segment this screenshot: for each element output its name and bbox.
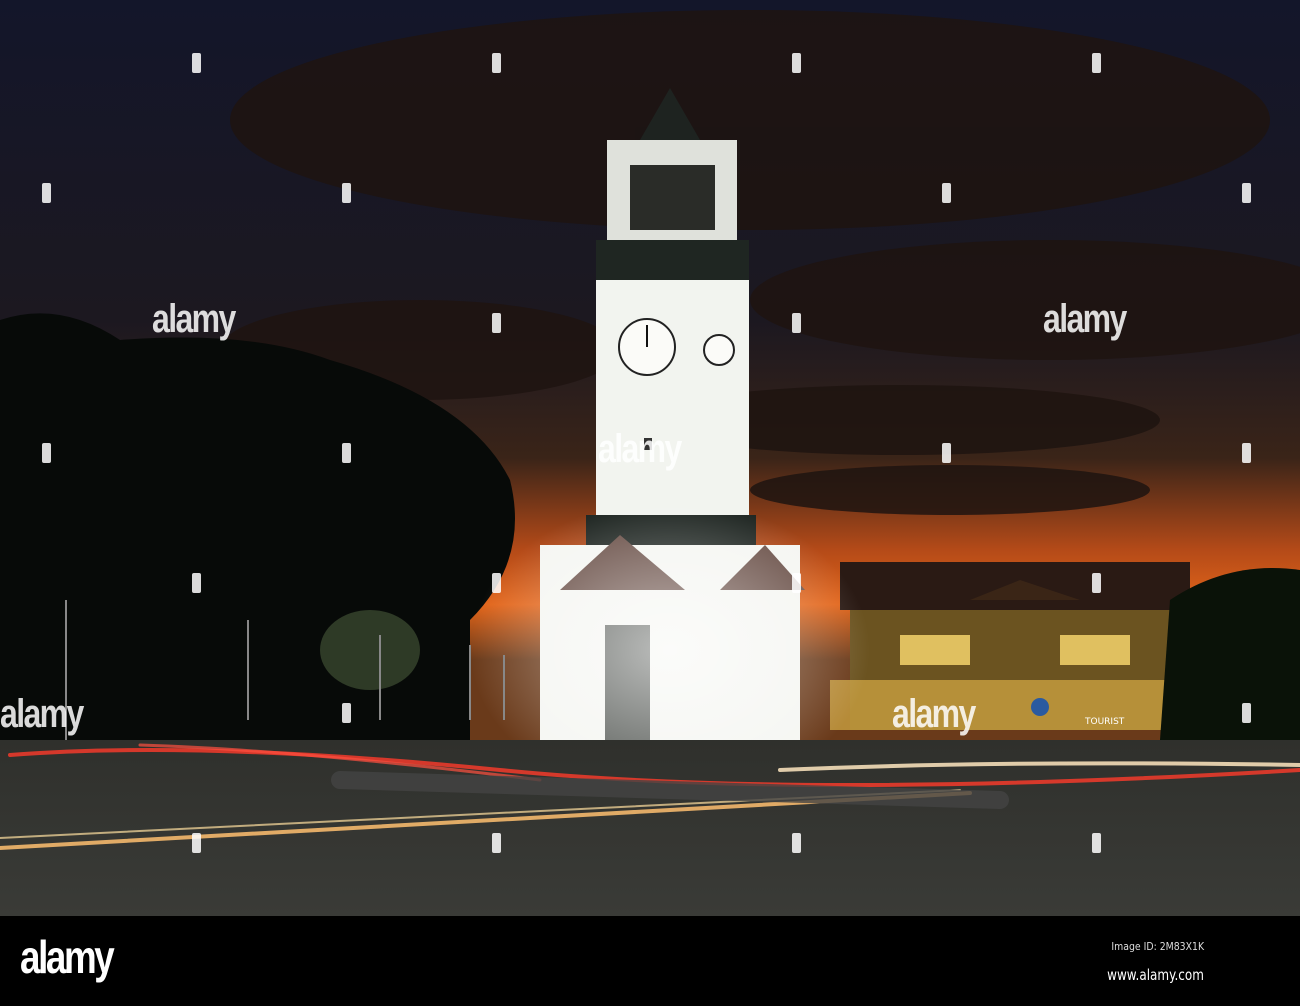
- photo-frame: TOURIST alamy alamy alamy alamy alamy al…: [0, 0, 1300, 1006]
- image-id: Image ID: 2M83X1K: [1111, 940, 1204, 953]
- watermark: alamy: [598, 427, 682, 471]
- watermark: alamy: [152, 297, 236, 341]
- site-url: www.alamy.com: [1107, 966, 1204, 984]
- clock-face-right: [703, 334, 735, 366]
- tourist-sign: TOURIST: [1084, 717, 1125, 727]
- watermark: alamy: [1043, 297, 1127, 341]
- alamy-logo: alamy: [20, 931, 115, 983]
- footer-bar: alamy Image ID: 2M83X1K www.alamy.com: [0, 916, 1300, 1006]
- watermark: alamy: [0, 692, 84, 736]
- watermark: alamy: [892, 692, 976, 736]
